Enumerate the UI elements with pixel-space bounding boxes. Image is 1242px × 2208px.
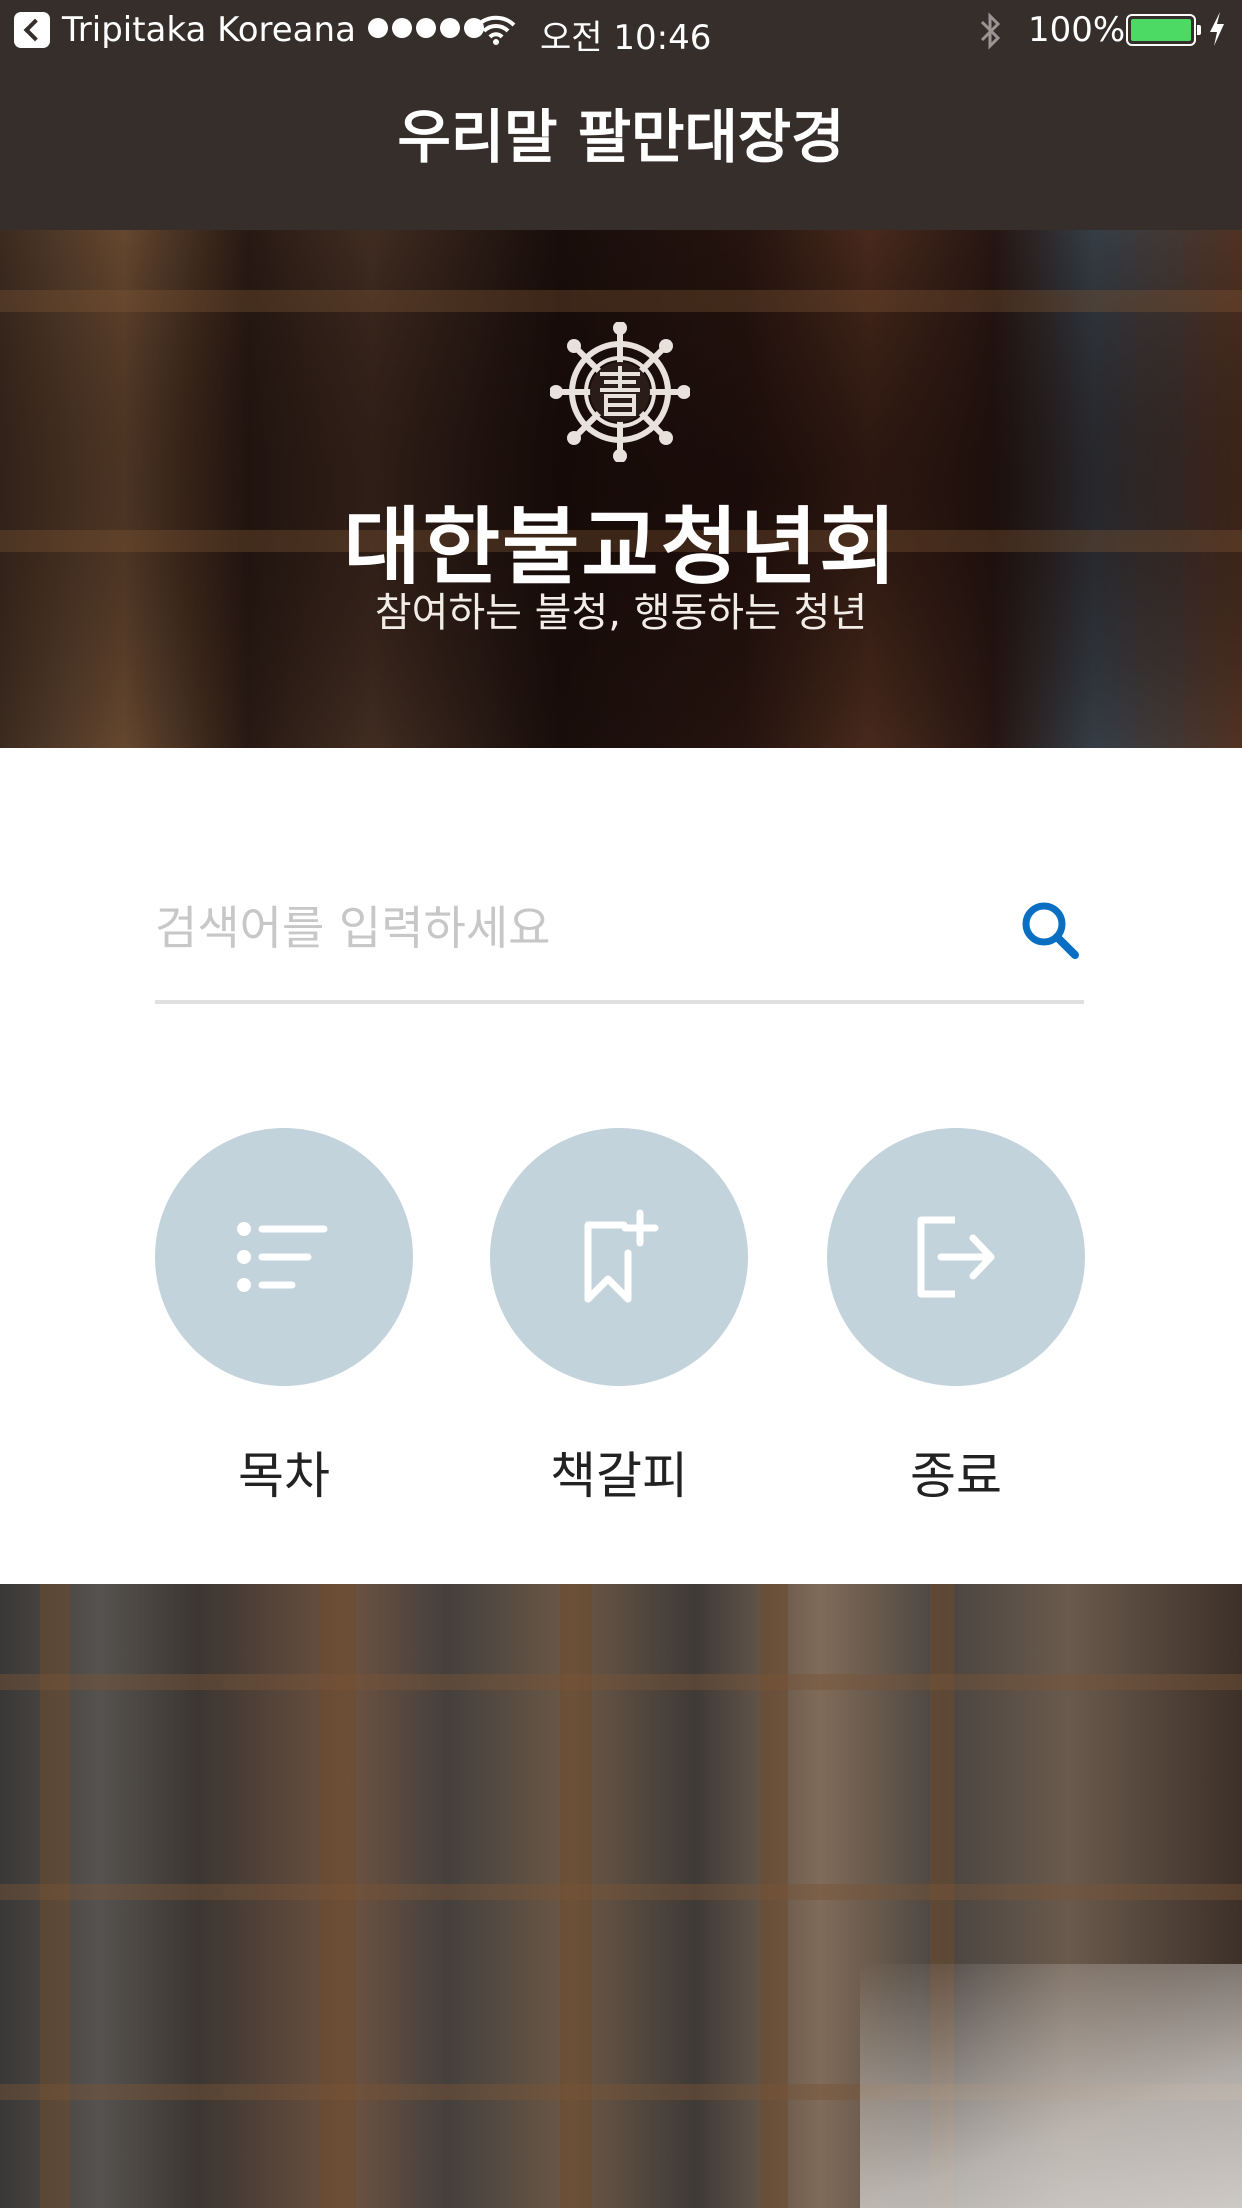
exit-icon [917,1216,995,1298]
battery-percent: 100% [1028,10,1126,50]
toc-button[interactable]: 목차 [154,1128,414,1508]
signal-icon [368,18,484,38]
library-background-image [0,1584,1242,2208]
back-app-label[interactable]: Tripitaka Koreana [62,10,356,50]
page-title: 우리말 팔만대장경 [397,103,845,171]
bluetooth-icon [978,12,1002,59]
battery-icon [1126,14,1201,46]
exit-circle[interactable] [827,1128,1085,1386]
wifi-icon [476,14,516,54]
charging-icon [1206,10,1228,57]
search-icon[interactable] [1010,890,1090,970]
bookmark-label: 책갈피 [550,1447,688,1505]
nav-bar: 우리말 팔만대장경 [0,62,1242,230]
bookmark-button[interactable]: 책갈피 [489,1128,749,1508]
list-icon [237,1222,328,1292]
exit-label: 종료 [910,1447,1002,1505]
toc-label: 목차 [238,1447,330,1505]
status-bar: Tripitaka Koreana 오전 10:46 100% [0,0,1242,62]
hero-banner: 대한불교청년회 참여하는 불청, 행동하는 청년 [0,230,1242,748]
bookmark-add-icon [584,1209,659,1303]
bookmark-circle[interactable] [490,1128,748,1386]
search-underline [155,1000,1084,1004]
toc-circle[interactable] [155,1128,413,1386]
back-icon[interactable] [14,12,50,48]
exit-button[interactable]: 종료 [826,1128,1086,1508]
dharma-wheel-emblem [549,321,691,463]
organization-slogan: 참여하는 불청, 행동하는 청년 [374,590,868,636]
status-time: 오전 10:46 [540,18,712,58]
search-input[interactable] [155,880,995,976]
